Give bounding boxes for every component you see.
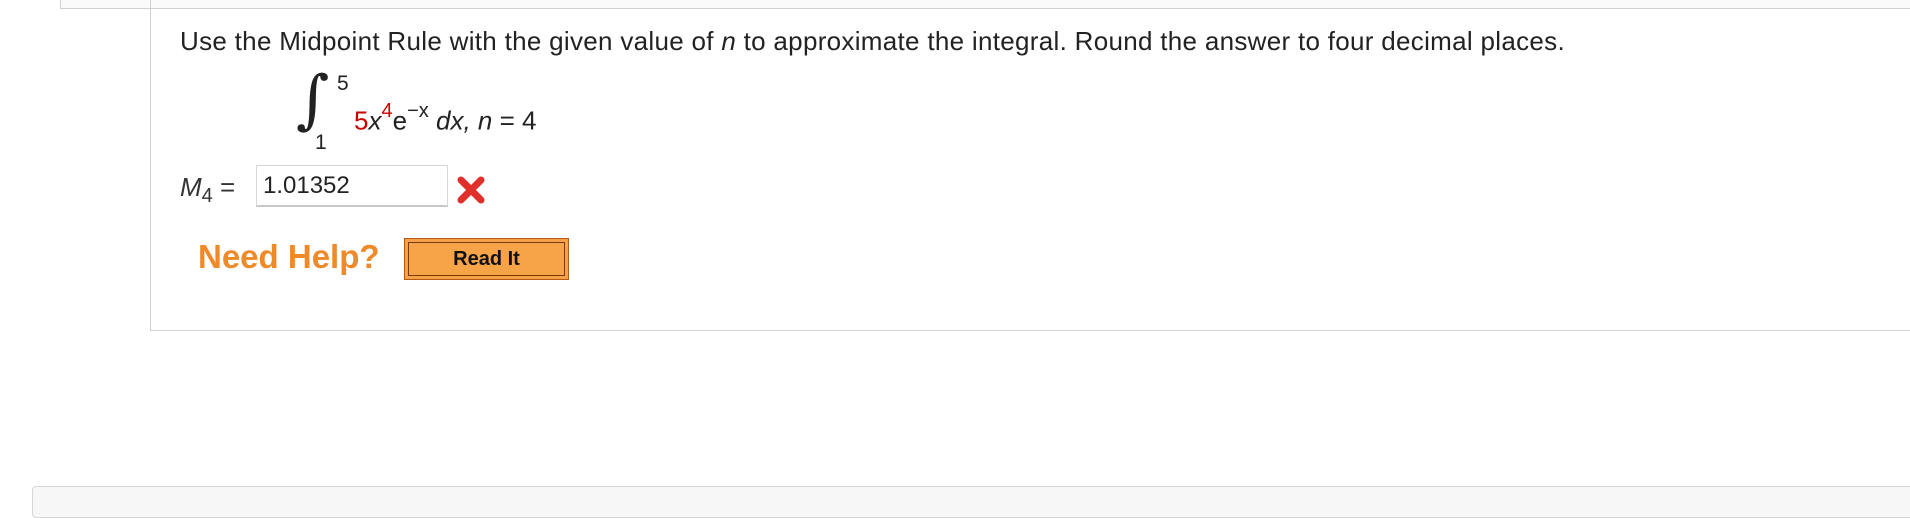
integral-sign-icon: ∫ xyxy=(296,63,330,137)
integrand-exp-power: −x xyxy=(407,100,429,122)
integral-upper-limit: 5 xyxy=(337,72,349,95)
integrand-base: x xyxy=(368,105,382,136)
next-panel-edge xyxy=(32,486,1910,518)
question-prompt: Use the Midpoint Rule with the given val… xyxy=(180,26,1565,57)
read-it-button[interactable]: Read It xyxy=(404,238,569,280)
answer-label-sub: 4 xyxy=(201,185,213,208)
answer-label-eq: = xyxy=(212,172,236,202)
integral-lower-limit: 1 xyxy=(315,131,327,154)
integrand-coefficient: 5 xyxy=(354,105,369,136)
need-help-label: Need Help? xyxy=(198,238,380,275)
param-variable: n xyxy=(477,105,493,136)
answer-label: M4 = xyxy=(180,172,235,208)
integrand-exp-base: e xyxy=(392,105,408,136)
answer-label-var: M xyxy=(180,172,202,202)
integrand-exponent: 4 xyxy=(381,100,393,122)
read-it-button-label: Read It xyxy=(408,242,565,276)
answer-input[interactable] xyxy=(256,165,448,207)
param-value: = 4 xyxy=(492,105,537,136)
integrand: 5x4e−x dx, n = 4 xyxy=(354,100,537,137)
prompt-variable: n xyxy=(721,26,737,56)
prompt-text-end: to approximate the integral. Round the a… xyxy=(736,26,1565,56)
prompt-text-start: Use the Midpoint Rule with the given val… xyxy=(180,26,722,56)
integrand-differential: dx, xyxy=(435,105,471,136)
wrong-x-icon xyxy=(457,176,485,204)
